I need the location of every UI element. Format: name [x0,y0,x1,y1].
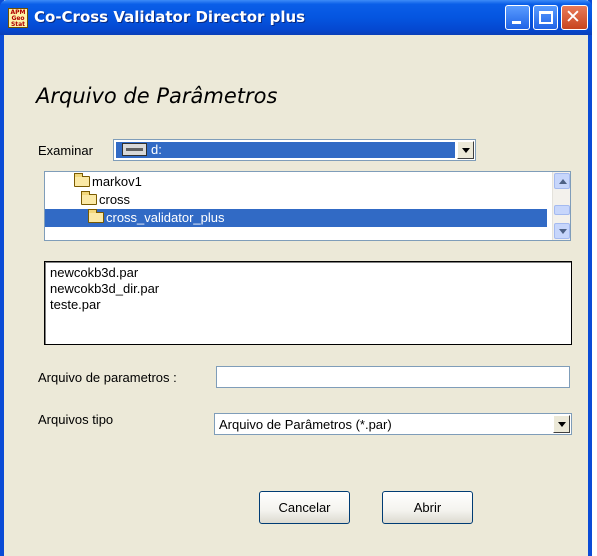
file-item[interactable]: newcokb3d.par [50,265,571,281]
filename-label: Arquivo de parametros : [38,370,177,385]
filename-input[interactable] [216,366,570,388]
file-list[interactable]: newcokb3d.par newcokb3d_dir.par teste.pa… [44,261,572,345]
dialog-window: APM Geo Stat Co-Cross Validator Director… [0,0,592,556]
open-folder-icon [88,209,104,223]
minimize-icon [512,21,521,24]
folder-item-cross-validator-plus[interactable]: cross_validator_plus [45,209,547,227]
open-folder-icon [81,191,97,205]
dialog-heading: Arquivo de Parâmetros [36,84,278,108]
close-icon: ✕ [565,6,581,28]
scroll-down-icon[interactable] [554,223,570,239]
filetype-dropdown[interactable]: Arquivo de Parâmetros (*.par) [214,413,572,435]
app-icon-text-bottom: Geo Stat [10,15,26,28]
close-button[interactable]: ✕ [561,5,588,30]
window-title: Co-Cross Validator Director plus [34,8,306,26]
drive-icon [122,143,147,156]
file-item[interactable]: teste.par [50,297,571,313]
folder-list-scrollbar[interactable] [552,172,570,240]
minimize-button[interactable] [505,5,530,30]
folder-label: cross [99,192,131,207]
scroll-up-icon[interactable] [554,173,570,189]
examinar-dropdown[interactable]: d: [113,139,476,161]
folder-item-markov1[interactable]: markov1 [74,173,142,191]
chevron-down-icon[interactable] [457,141,474,159]
filetype-label: Arquivos tipo [38,412,114,427]
chevron-down-icon[interactable] [553,415,570,433]
examinar-selected: d: [116,142,455,158]
maximize-icon [539,11,553,24]
folder-list[interactable]: markov1 cross cross_validator_plus [44,171,571,241]
examinar-label: Examinar [38,143,93,158]
title-bar[interactable]: APM Geo Stat Co-Cross Validator Director… [0,0,592,35]
scroll-thumb[interactable] [554,205,570,215]
folder-item-cross[interactable]: cross [81,191,130,209]
open-button[interactable]: Abrir [382,491,473,524]
open-folder-icon [74,173,90,187]
file-item[interactable]: newcokb3d_dir.par [50,281,571,297]
cancel-button[interactable]: Cancelar [259,491,350,524]
maximize-button[interactable] [533,5,558,30]
app-icon: APM Geo Stat [8,8,28,28]
folder-label: markov1 [92,174,142,189]
folder-label: cross_validator_plus [106,210,225,225]
filetype-value: Arquivo de Parâmetros (*.par) [219,417,392,432]
examinar-value: d: [151,142,162,157]
